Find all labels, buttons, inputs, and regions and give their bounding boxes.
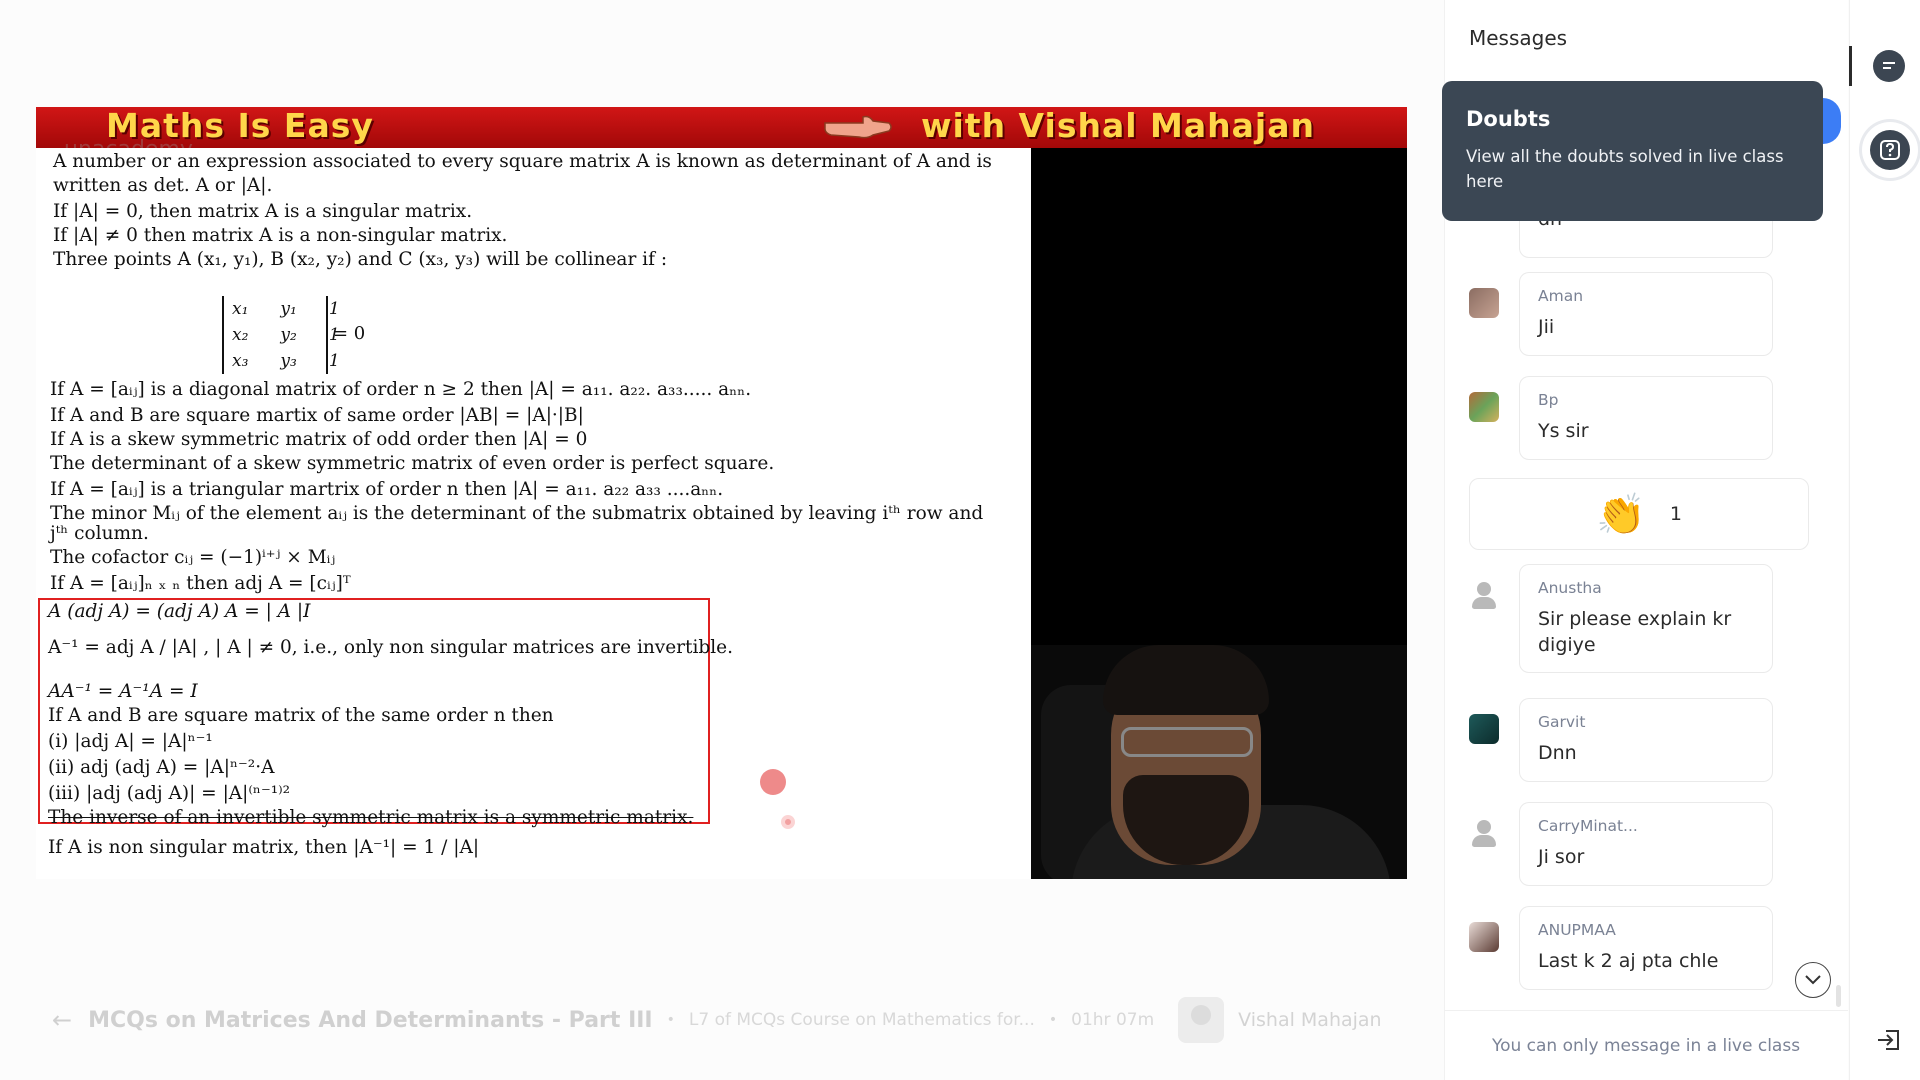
slide-line: Three points A (x₁, y₁), B (x₂, y₂) and … (53, 249, 668, 270)
lesson-label[interactable]: L7 of MCQs Course on Mathematics for... (689, 1010, 1035, 1030)
user-avatar (1469, 288, 1499, 318)
scroll-to-bottom-button[interactable] (1795, 962, 1831, 998)
message-bubble: ANUPMAA Last k 2 aj pta chle (1519, 906, 1773, 990)
slide-line: If A = [aᵢⱼ] is a triangular martrix of … (50, 479, 724, 500)
video-player[interactable]: Maths Is Easy with Vishal Mahajan unacad… (36, 107, 1407, 879)
exit-icon (1878, 1030, 1899, 1050)
message-text: Jii (1538, 316, 1555, 338)
slide-line: If A and B are square matrix of the same… (48, 705, 554, 726)
exit-class-button[interactable] (1873, 1024, 1905, 1056)
educator-avatar[interactable] (1178, 997, 1225, 1043)
slide-line: A number or an expression associated to … (53, 151, 992, 172)
slide-line: If |A| = 0, then matrix A is a singular … (53, 201, 473, 222)
slide-line: If A is a skew symmetric matrix of odd o… (50, 429, 588, 450)
question-mark-icon (1870, 130, 1910, 170)
chevron-down-icon (1805, 975, 1821, 985)
message-username: ANUPMAA (1538, 921, 1616, 939)
slide-line: jᵗʰ column. (50, 523, 149, 544)
video-banner: Maths Is Easy with Vishal Mahajan unacad… (36, 107, 1407, 162)
det-cell: y₃ (280, 351, 297, 371)
tooltip-description: View all the doubts solved in live class… (1466, 147, 1784, 191)
webcam-hair (1103, 645, 1269, 715)
user-avatar (1469, 580, 1499, 610)
clapping-hands-icon: 👏 (1596, 491, 1646, 538)
det-cell: 1 (328, 299, 340, 319)
slide-line: If A and B are square martix of same ord… (50, 405, 584, 426)
laser-pointer-dot (760, 769, 786, 795)
collinearity-determinant: x₁ y₁ 1 x₂ y₂ 1 x₃ y₃ 1 (232, 296, 342, 374)
slide-line: The inverse of an invertible symmetric m… (48, 807, 694, 828)
chat-title: Messages (1469, 26, 1568, 50)
message-bubble: Aman Jii (1519, 272, 1773, 356)
webcam-glasses (1121, 727, 1253, 757)
slide-line: If A = [aᵢⱼ] is a diagonal matrix of ord… (50, 379, 752, 400)
message-username: Aman (1538, 287, 1584, 305)
slide-line: A (adj A) = (adj A) A = | A |I (48, 601, 311, 622)
user-avatar (1469, 922, 1499, 952)
slide-line: The determinant of a skew symmetric matr… (50, 453, 775, 474)
slide-line: If |A| ≠ 0 then matrix A is a non-singul… (53, 225, 508, 246)
slide-line: written as det. A or |A|. (53, 175, 273, 196)
chat-footer: You can only message in a live class (1444, 1010, 1848, 1080)
message-text: Last k 2 aj pta chle (1538, 950, 1719, 972)
arrow-left-icon[interactable]: ← (52, 1006, 72, 1034)
pointing-hand-icon (824, 115, 892, 139)
message-bubble: CarryMinat... Ji sor (1519, 802, 1773, 886)
message-text: Sir please explain kr digiye (1538, 608, 1732, 656)
slide-line: (ii) adj (adj A) = |A|ⁿ⁻²·A (48, 757, 275, 778)
slide-line: (iii) |adj (adj A)| = |A|⁽ⁿ⁻¹⁾² (48, 783, 291, 804)
slide-line: The cofactor cᵢⱼ = (−1)ⁱ⁺ʲ × Mᵢⱼ (50, 547, 336, 568)
tooltip-title: Doubts (1466, 107, 1551, 131)
chat-icon (1883, 62, 1895, 69)
det-cell: y₁ (280, 299, 297, 319)
message-text: Ji sor (1538, 846, 1585, 868)
reaction-card[interactable]: 👏 1 (1469, 478, 1809, 550)
slide-line: A⁻¹ = adj A / |A| , | A | ≠ 0, i.e., onl… (48, 637, 733, 658)
messages-tab-button[interactable] (1873, 50, 1905, 82)
slide-line: AA⁻¹ = A⁻¹A = I (48, 681, 198, 702)
separator-dot: • (1048, 1012, 1058, 1028)
message-username: Garvit (1538, 713, 1586, 731)
message-username: Anustha (1538, 579, 1602, 597)
course-title[interactable]: MCQs on Matrices And Determinants - Part… (88, 1008, 653, 1033)
doubts-tab-button[interactable] (1862, 122, 1918, 178)
slide-line: If A = [aᵢⱼ]ₙ ₓ ₙ then adj A = [cᵢⱼ]ᵀ (50, 573, 351, 594)
chat-scrollbar[interactable] (1836, 985, 1841, 1007)
det-cell: y₂ (280, 325, 297, 345)
banner-presenter: with Vishal Mahajan (921, 107, 1315, 145)
determinant-equals: = 0 (333, 323, 366, 344)
chat-disabled-notice: You can only message in a live class (1491, 1035, 1801, 1056)
user-avatar (1469, 714, 1499, 744)
doubts-tooltip: Doubts View all the doubts solved in liv… (1442, 81, 1823, 221)
rail-active-indicator (1849, 46, 1852, 86)
det-cell: x₃ (232, 351, 249, 371)
message-username: CarryMinat... (1538, 817, 1638, 835)
det-cell: 1 (328, 351, 340, 371)
separator-dot: • (666, 1012, 675, 1028)
message-text: Dnn (1538, 742, 1577, 764)
educator-name[interactable]: Vishal Mahajan (1238, 1009, 1381, 1031)
user-avatar (1469, 392, 1499, 422)
det-cell: x₁ (232, 299, 249, 319)
slide-line: (i) |adj A| = |A|ⁿ⁻¹ (48, 731, 213, 752)
educator-webcam (1031, 645, 1407, 879)
app-root: Maths Is Easy with Vishal Mahajan unacad… (0, 0, 1920, 1080)
laser-pointer-dot (781, 815, 795, 829)
user-avatar (1469, 818, 1499, 848)
slide-line: The minor Mᵢⱼ of the element aᵢⱼ is the … (50, 503, 984, 524)
reaction-count: 1 (1669, 503, 1682, 525)
slide-line: If A is non singular matrix, then |A⁻¹| … (48, 837, 480, 858)
lesson-info-bar: ← MCQs on Matrices And Determinants - Pa… (36, 997, 1416, 1043)
message-username: Bp (1538, 391, 1559, 409)
lecture-slide: A number or an expression associated to … (36, 148, 1031, 879)
lesson-duration: 01hr 07m (1071, 1010, 1155, 1030)
det-cell: x₂ (232, 325, 249, 345)
message-bubble: Garvit Dnn (1519, 698, 1773, 782)
message-bubble: Anustha Sir please explain kr digiye (1519, 564, 1773, 674)
message-text: Ys sir (1538, 420, 1589, 442)
message-bubble: Bp Ys sir (1519, 376, 1773, 460)
